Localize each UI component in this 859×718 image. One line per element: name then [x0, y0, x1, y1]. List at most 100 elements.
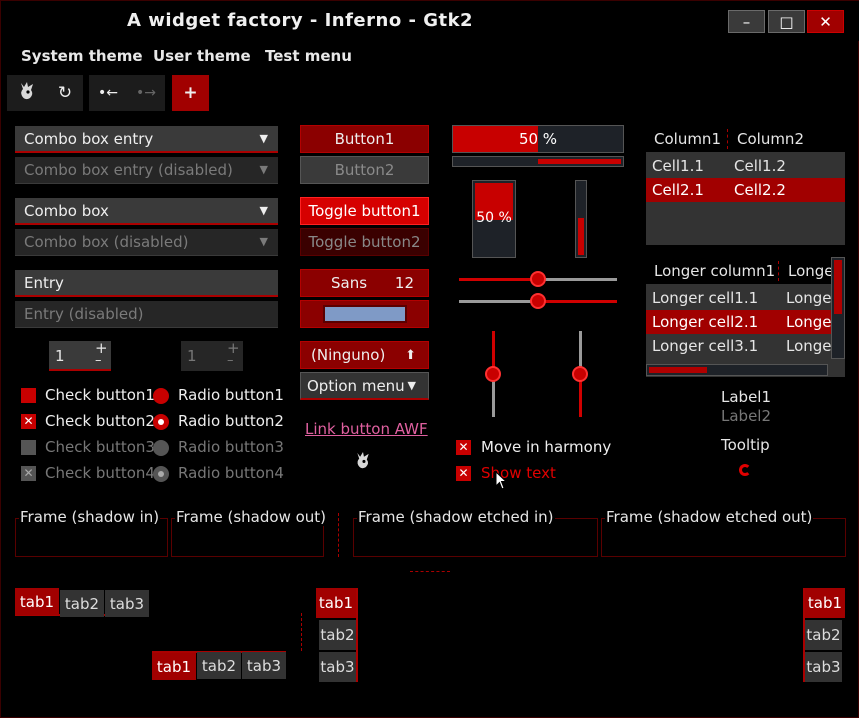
- link-button[interactable]: Link button AWF: [305, 420, 428, 438]
- color-button[interactable]: [300, 300, 429, 328]
- tab-1[interactable]: tab1: [15, 588, 59, 615]
- tab-2[interactable]: tab2: [197, 652, 241, 679]
- column-header-1[interactable]: Longer column1: [654, 262, 775, 280]
- font-button[interactable]: Sans 12: [300, 269, 429, 297]
- combo-box-entry[interactable]: Combo box entry ▼: [15, 126, 278, 153]
- check-button-1[interactable]: [21, 388, 36, 403]
- scale-horizontal-2[interactable]: [459, 293, 617, 309]
- tooltip-label[interactable]: Tooltip: [721, 436, 770, 454]
- window-title: A widget factory - Inferno - Gtk2: [127, 10, 474, 31]
- gimp-icon[interactable]: [18, 81, 36, 106]
- column-header-1[interactable]: Column1: [654, 130, 721, 148]
- show-text-check[interactable]: ✕: [456, 466, 471, 481]
- check-icon: ✕: [458, 440, 469, 454]
- move-in-harmony-check[interactable]: ✕: [456, 440, 471, 455]
- table-cell: Longer cell2.1: [652, 313, 759, 331]
- gimp-icon: [354, 451, 372, 474]
- progress-label: 50 %: [518, 130, 558, 148]
- chevron-down-icon: ▼: [259, 235, 268, 248]
- refresh-icon[interactable]: ↻: [58, 83, 72, 103]
- tab-3[interactable]: tab3: [242, 652, 286, 679]
- combo-box[interactable]: Combo box ▼: [15, 198, 278, 225]
- combo-box-text: Combo box: [24, 202, 109, 220]
- radio-label-2: Radio button2: [178, 412, 284, 430]
- button-1[interactable]: Button1: [300, 125, 429, 153]
- spin-value: 1: [55, 347, 65, 365]
- check-label-1: Check button1: [45, 386, 155, 404]
- combo-entry-disabled-text: Combo box entry (disabled): [24, 161, 233, 179]
- menu-test[interactable]: Test menu: [265, 47, 352, 65]
- scale-handle[interactable]: [572, 366, 588, 382]
- chevron-down-icon[interactable]: ▼: [260, 126, 268, 152]
- tab-1[interactable]: tab1: [805, 588, 845, 618]
- table-row[interactable]: Longer cell1.1 Longer cell1.2: [646, 286, 845, 310]
- check-button-2[interactable]: ✕: [21, 414, 36, 429]
- scale-vertical-1[interactable]: [485, 331, 501, 417]
- tree-header: Longer column1 Longer column2: [646, 257, 845, 285]
- table-row-selected[interactable]: Cell2.1 Cell2.2: [646, 178, 845, 202]
- table-cell: Cell1.1: [652, 157, 704, 175]
- entry-field-disabled: Entry (disabled): [15, 301, 278, 328]
- scale-handle[interactable]: [530, 271, 546, 287]
- title-bar[interactable]: A widget factory - Inferno - Gtk2 – □ ✕: [1, 1, 859, 41]
- scrollbar-thumb[interactable]: [834, 260, 842, 314]
- combo-box-disabled: Combo box (disabled) ▼: [15, 229, 278, 256]
- frame-label: Frame (shadow etched out): [605, 508, 814, 526]
- tab-3[interactable]: tab3: [105, 590, 149, 617]
- tab-3[interactable]: tab3: [805, 652, 842, 682]
- table-row-selected[interactable]: Longer cell2.1 Longer cell2.2: [646, 310, 845, 334]
- minus-icon: –: [227, 353, 234, 368]
- frame-label: Frame (shadow etched in): [357, 508, 555, 526]
- tab-2[interactable]: tab2: [60, 590, 104, 617]
- tab-3[interactable]: tab3: [319, 652, 356, 682]
- menu-system-theme[interactable]: System theme: [21, 47, 143, 65]
- progress-bar-horizontal-2: [452, 156, 624, 167]
- vertical-scrollbar[interactable]: [831, 257, 845, 359]
- table-row[interactable]: Cell1.1 Cell1.2: [646, 154, 845, 178]
- frame-label: Frame (shadow out): [175, 508, 328, 526]
- option-menu[interactable]: Option menu ▼: [300, 372, 429, 400]
- tab-2[interactable]: tab2: [319, 620, 356, 650]
- toggle-button-2: Toggle button2: [300, 228, 429, 256]
- show-text-label[interactable]: Show text: [481, 464, 556, 482]
- scale-handle[interactable]: [485, 366, 501, 382]
- color-swatch: [322, 305, 407, 323]
- file-chooser-button[interactable]: (Ninguno) ⬆: [300, 341, 429, 369]
- horizontal-scrollbar[interactable]: [646, 364, 828, 376]
- back-icon[interactable]: •←: [98, 85, 118, 101]
- table-row[interactable]: Longer cell3.1 Longer cell3.2: [646, 334, 845, 358]
- progress-bar-vertical: 50 %: [472, 180, 516, 258]
- column-header-2[interactable]: Column2: [737, 130, 804, 148]
- scale-handle[interactable]: [530, 293, 546, 309]
- check-label-3: Check button3: [45, 438, 155, 456]
- minus-icon[interactable]: –: [95, 353, 102, 368]
- radio-button-2[interactable]: [153, 414, 169, 430]
- entry-field[interactable]: Entry: [15, 270, 278, 297]
- tab-1[interactable]: tab1: [316, 588, 356, 618]
- radio-button-1[interactable]: [153, 388, 169, 404]
- toolbar-group-1: ↻: [7, 75, 83, 111]
- tree-view-1[interactable]: Column1 Column2 Cell1.1 Cell1.2 Cell2.1 …: [646, 125, 845, 245]
- scale-horizontal-1[interactable]: [459, 271, 617, 287]
- chevron-down-icon: ▼: [259, 163, 268, 176]
- chevron-down-icon: ▼: [407, 379, 416, 392]
- tree-header: Column1 Column2: [646, 125, 845, 153]
- maximize-icon: □: [779, 12, 794, 31]
- tree-view-2[interactable]: Longer column1 Longer column2 Longer cel…: [646, 257, 845, 377]
- menu-user-theme[interactable]: User theme: [153, 47, 251, 65]
- spin-button-1[interactable]: 1 + –: [49, 339, 111, 371]
- main-window: A widget factory - Inferno - Gtk2 – □ ✕ …: [0, 0, 859, 718]
- tab-2[interactable]: tab2: [805, 620, 842, 650]
- scale-vertical-2[interactable]: [572, 331, 588, 417]
- close-button[interactable]: ✕: [807, 10, 844, 33]
- minimize-button[interactable]: –: [728, 10, 765, 33]
- upload-icon: ⬆: [405, 347, 416, 363]
- maximize-button[interactable]: □: [768, 10, 805, 33]
- add-button[interactable]: +: [172, 75, 209, 111]
- scrollbar-thumb[interactable]: [649, 367, 707, 373]
- combo-entry-text: Combo box entry: [24, 130, 154, 148]
- tab-1[interactable]: tab1: [152, 653, 196, 680]
- check-label-4: Check button4: [45, 464, 155, 482]
- check-icon: ✕: [23, 414, 34, 428]
- toggle-button-1[interactable]: Toggle button1: [300, 197, 429, 225]
